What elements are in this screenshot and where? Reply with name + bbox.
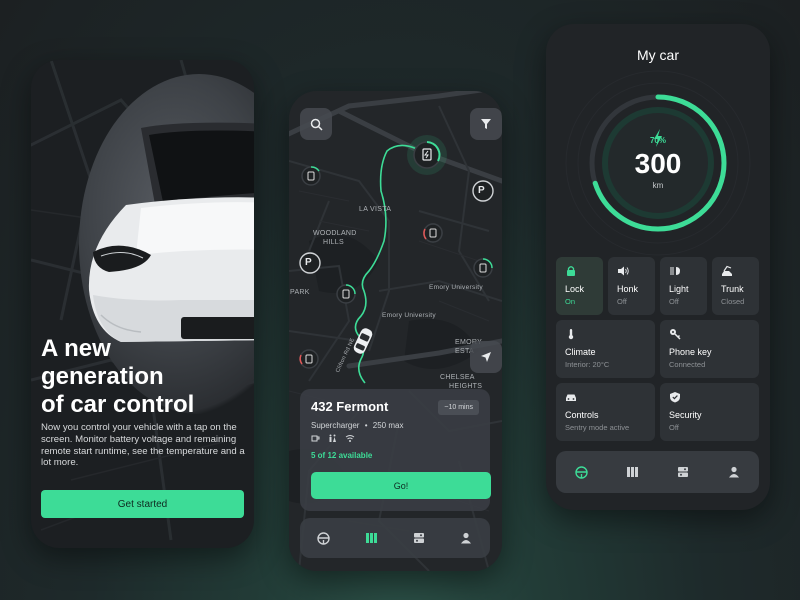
tile-light[interactable]: Light Off: [660, 257, 707, 315]
headline-line-2: generation: [41, 363, 164, 390]
thermometer-icon: [568, 329, 574, 340]
charger-marker-red: [423, 223, 443, 243]
tile-honk[interactable]: Honk Off: [608, 257, 655, 315]
my-car-screen: My car 70% 300 km Lock On Honk Off Light…: [546, 24, 770, 510]
battery-percent: 70%: [649, 136, 666, 145]
parking-letter-2: P: [305, 257, 312, 268]
profile-icon: [461, 532, 472, 544]
amenities: [311, 434, 355, 443]
lock-icon: [567, 266, 575, 276]
search-button[interactable]: [300, 108, 332, 140]
restroom-icon: [329, 434, 336, 442]
tab-profile[interactable]: [719, 457, 749, 487]
description: Now you control your vehicle with a tap …: [41, 422, 245, 469]
map-screen: P P LA VISTA WOODLAND HILLS PARK Emory U…: [289, 91, 502, 571]
shield-icon: [670, 392, 680, 403]
tile-phone-key[interactable]: Phone key Connected: [660, 320, 759, 378]
destination-charger-marker: [407, 135, 447, 175]
charger-marker-3: [473, 258, 493, 278]
go-button[interactable]: Go!: [311, 472, 491, 499]
map-label: CHELSEA: [440, 374, 475, 381]
tile-trunk[interactable]: Trunk Closed: [712, 257, 759, 315]
tile-status: Sentry mode active: [565, 423, 630, 432]
filter-button[interactable]: [470, 108, 502, 140]
map-label: LA VISTA: [359, 206, 392, 213]
locate-button[interactable]: [470, 341, 502, 373]
tile-label: Phone key: [669, 347, 712, 357]
navigation-arrow-icon: [481, 352, 491, 362]
range-unit: km: [652, 181, 664, 190]
map-label: PARK: [290, 289, 310, 296]
tile-status: Interior: 20°C: [565, 360, 610, 369]
charger-marker-4: [336, 284, 356, 304]
car-icon: [566, 394, 576, 401]
headlight-icon: [670, 267, 680, 275]
station-type: Supercharger: [311, 421, 360, 430]
tab-controls[interactable]: [668, 457, 698, 487]
tab-map[interactable]: [356, 523, 386, 553]
map-label: WOODLAND: [313, 230, 357, 237]
tab-map[interactable]: [617, 457, 647, 487]
map-label: Emory University: [382, 312, 436, 319]
tile-status: Connected: [669, 360, 706, 369]
tile-label: Light: [669, 284, 689, 294]
tile-status: Off: [617, 297, 627, 306]
wifi-icon: [345, 435, 355, 442]
map-label: Emory University: [429, 284, 483, 291]
profile-icon: [728, 466, 739, 478]
bottom-tab-bar: [556, 451, 759, 493]
tile-climate[interactable]: Climate Interior: 20°C: [556, 320, 655, 378]
trunk-icon: [722, 265, 732, 276]
tile-security[interactable]: Security Off: [660, 383, 759, 441]
availability: 5 of 12 available: [311, 451, 373, 460]
speaker-icon: [618, 266, 629, 276]
tab-controls[interactable]: [404, 523, 434, 553]
tile-label: Honk: [617, 284, 639, 294]
station-power: 250 max: [372, 421, 404, 430]
charger-marker-1: [301, 166, 321, 186]
tab-car[interactable]: [566, 457, 596, 487]
station-info: Supercharger • 250 max: [311, 421, 403, 430]
tab-car[interactable]: [309, 523, 339, 553]
tile-status: On: [565, 297, 576, 306]
separator: •: [364, 421, 368, 430]
steering-wheel-icon: [317, 531, 330, 545]
tile-lock[interactable]: Lock On: [556, 257, 603, 315]
tile-controls[interactable]: Controls Sentry mode active: [556, 383, 655, 441]
headline: A new generation of car control: [41, 335, 246, 419]
eta-badge: ~10 mins: [438, 400, 479, 415]
range-value: 300: [634, 148, 682, 179]
controls-icon: [677, 467, 688, 477]
map-icon: [365, 533, 377, 543]
tab-profile[interactable]: [451, 523, 481, 553]
headline-line-3: of car control: [41, 391, 195, 418]
station-address: 432 Fermont: [311, 399, 389, 414]
tile-label: Trunk: [721, 284, 744, 294]
tile-status: Off: [669, 423, 679, 432]
onboarding-screen: A new generation of car control Now you …: [31, 60, 254, 548]
tile-label: Climate: [565, 347, 596, 357]
steering-wheel-icon: [575, 465, 588, 479]
coffee-icon: [311, 435, 320, 442]
page-title: My car: [637, 47, 679, 63]
parking-letter-1: P: [478, 185, 485, 196]
station-card: 432 Fermont ~10 mins Supercharger • 250 …: [300, 389, 491, 511]
search-icon: [310, 118, 323, 131]
tile-status: Off: [669, 297, 679, 306]
controls-icon: [413, 533, 424, 543]
tile-label: Controls: [565, 410, 599, 420]
headline-line-1: A new: [41, 335, 111, 362]
map-label: HILLS: [323, 239, 344, 246]
tile-status: Closed: [721, 297, 745, 306]
charger-marker-7: [299, 349, 319, 369]
tile-label: Security: [669, 410, 702, 420]
key-icon: [670, 329, 681, 340]
bottom-tab-bar: [300, 518, 490, 558]
filter-icon: [481, 119, 491, 129]
get-started-button[interactable]: Get started: [41, 490, 244, 518]
tile-label: Lock: [565, 284, 585, 294]
map-icon: [626, 467, 638, 477]
